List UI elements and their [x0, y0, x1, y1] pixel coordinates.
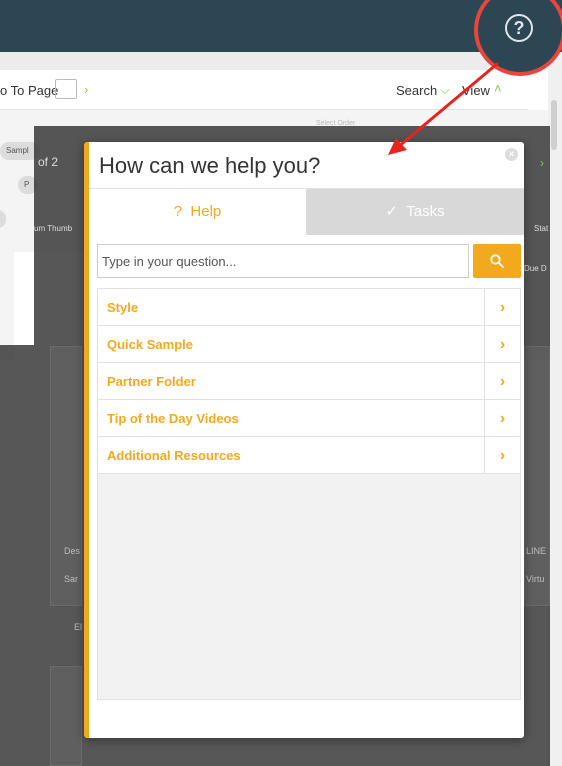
annotation-arrow: [388, 62, 499, 155]
